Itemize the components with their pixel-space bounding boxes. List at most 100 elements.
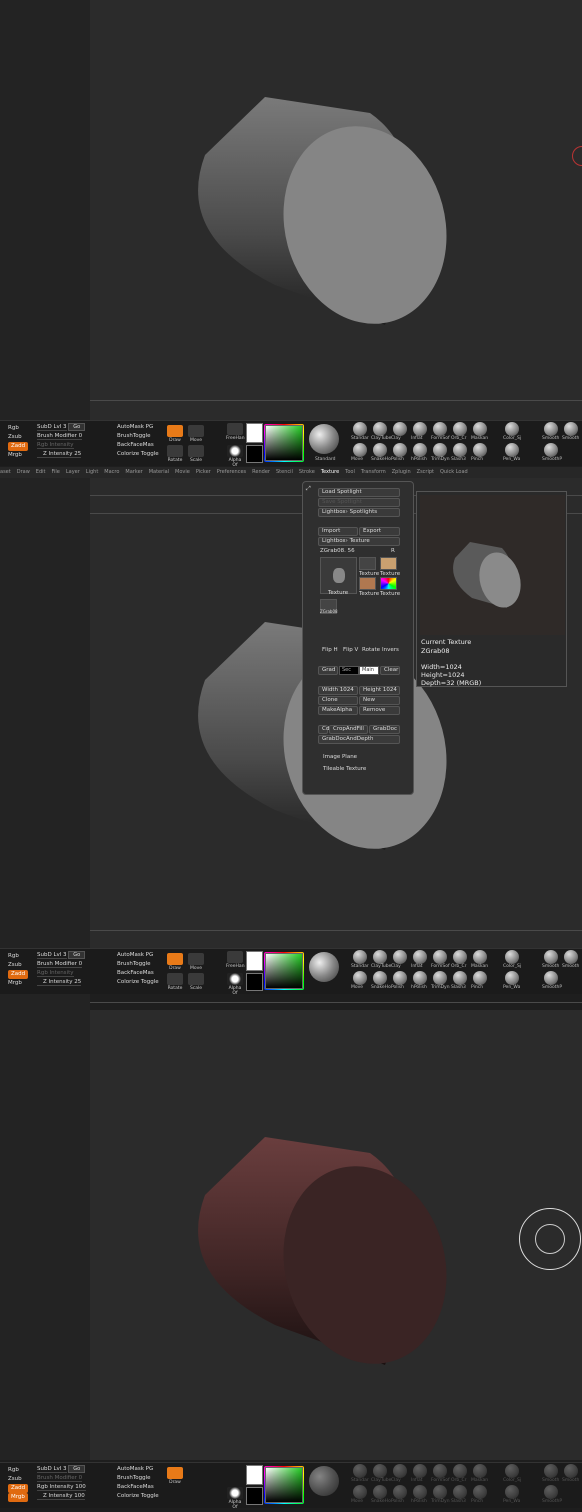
brush-toggle-button[interactable]: BrushToggle xyxy=(117,432,159,441)
brush-color-sj-icon[interactable] xyxy=(505,1464,519,1478)
menu-item-render[interactable]: Render xyxy=(252,467,270,478)
brush-pen-wa-icon[interactable] xyxy=(505,1485,519,1499)
import-button[interactable]: Import xyxy=(318,527,358,536)
brush-move-icon[interactable] xyxy=(353,1485,367,1499)
main-color-swatch[interactable] xyxy=(246,1465,263,1485)
rgb-button[interactable]: Rgb xyxy=(8,952,28,961)
brush-slash3-icon[interactable] xyxy=(453,443,467,457)
move-button[interactable]: Move xyxy=(187,425,205,445)
material-sphere[interactable] xyxy=(309,1466,339,1496)
brush-pinch-icon[interactable] xyxy=(473,443,487,457)
flip-v-button[interactable]: Flip V xyxy=(343,647,358,653)
menu-item-stroke[interactable]: Stroke xyxy=(299,467,315,478)
zadd-button[interactable]: Zadd xyxy=(8,442,29,451)
brush-claytube-icon[interactable] xyxy=(373,1464,387,1478)
brush-standar-icon[interactable] xyxy=(353,950,367,964)
rotate-button[interactable]: Rotate xyxy=(166,973,184,993)
popout-icon[interactable]: ⤢ xyxy=(306,485,311,493)
menu-item-zscript[interactable]: Zscript xyxy=(417,467,434,478)
rotate-button[interactable]: Rotate xyxy=(166,445,184,465)
brush-formsof-icon[interactable] xyxy=(433,422,447,436)
brush-smoothp-icon[interactable] xyxy=(544,443,558,457)
mrgb-button[interactable]: Mrgb xyxy=(8,979,28,988)
grab-doc-and-depth-button[interactable]: GrabDocAndDepth xyxy=(318,735,400,744)
menu-item-preferences[interactable]: Preferences xyxy=(217,467,246,478)
secondary-swatch[interactable]: Sec xyxy=(339,666,359,675)
brush-modifier-slider[interactable]: Brush Modifier 0 xyxy=(37,1474,83,1483)
brush-smooth-icon[interactable] xyxy=(564,1464,578,1478)
z-intensity-slider[interactable]: Z Intensity 100 xyxy=(37,1492,85,1501)
brush-color-sj-icon[interactable] xyxy=(505,422,519,436)
rgb-button[interactable]: Rgb xyxy=(8,424,28,433)
image-plane-menu[interactable]: Image Plane xyxy=(323,754,357,760)
texture-thumbnail[interactable] xyxy=(380,577,397,590)
menu-item-file[interactable]: File xyxy=(51,467,59,478)
lightbox-texture-button[interactable]: Lightbox› Texture xyxy=(318,537,400,546)
brush-inflat-icon[interactable] xyxy=(413,1464,427,1478)
go-button[interactable]: Go xyxy=(68,423,86,431)
brush-modifier-slider[interactable]: Brush Modifier 0 xyxy=(37,432,83,441)
automask-button[interactable]: AutoMask PG xyxy=(117,1465,159,1474)
backface-mask-button[interactable]: BackFaceMas xyxy=(117,1483,159,1492)
grab-doc-button[interactable]: GrabDoc xyxy=(369,725,400,734)
export-button[interactable]: Export xyxy=(359,527,400,536)
texture-thumbnail[interactable] xyxy=(359,557,376,570)
remove-button[interactable]: Remove xyxy=(359,706,400,715)
menu-item-layer[interactable]: Layer xyxy=(66,467,80,478)
brush-smooth-icon[interactable] xyxy=(544,1464,558,1478)
width-slider[interactable]: Width 1024 xyxy=(318,686,358,695)
brush-toggle-button[interactable]: BrushToggle xyxy=(117,960,159,969)
zadd-button[interactable]: Zadd xyxy=(8,1484,29,1493)
z-intensity-slider[interactable]: Z Intensity 25 xyxy=(37,978,82,987)
invert-button[interactable]: Invers xyxy=(382,647,399,653)
brush-orb-cr-icon[interactable] xyxy=(453,1464,467,1478)
menu-item-texture[interactable]: Texture xyxy=(321,467,339,478)
brush-pinch-icon[interactable] xyxy=(473,971,487,985)
brush-slash3-icon[interactable] xyxy=(453,971,467,985)
brush-color-sj-icon[interactable] xyxy=(505,950,519,964)
alpha-button[interactable]: Alpha Of xyxy=(226,973,244,996)
brush-hpolish-icon[interactable] xyxy=(413,443,427,457)
menu-item-marker[interactable]: Marker xyxy=(125,467,142,478)
brush-inflat-icon[interactable] xyxy=(413,950,427,964)
colorize-toggle-button[interactable]: Colorize Toggle xyxy=(117,450,159,459)
mrgb-button[interactable]: Mrgb xyxy=(8,1493,28,1502)
menu-item-macro[interactable]: Macro xyxy=(104,467,119,478)
subd-level-slider[interactable]: SubD Lvl 3 xyxy=(37,423,67,432)
zadd-button[interactable]: Zadd xyxy=(8,970,29,979)
texture-thumbnail[interactable] xyxy=(380,557,397,570)
material-sphere[interactable] xyxy=(309,424,339,454)
zsub-button[interactable]: Zsub xyxy=(8,961,28,970)
brush-trimdyn-icon[interactable] xyxy=(433,971,447,985)
flip-h-button[interactable]: Flip H xyxy=(322,647,338,653)
brush-hpolish-icon[interactable] xyxy=(413,1485,427,1499)
backface-mask-button[interactable]: BackFaceMas xyxy=(117,969,159,978)
menu-item-aset[interactable]: aset xyxy=(0,467,11,478)
menu-item-material[interactable]: Material xyxy=(149,467,169,478)
brush-polish-icon[interactable] xyxy=(393,443,407,457)
colorize-toggle-button[interactable]: Colorize Toggle xyxy=(117,978,159,987)
menu-item-stencil[interactable]: Stencil xyxy=(276,467,293,478)
zsub-button[interactable]: Zsub xyxy=(8,1475,28,1484)
texture-thumbnail[interactable] xyxy=(359,577,376,590)
menu-item-draw[interactable]: Draw xyxy=(17,467,30,478)
zsub-button[interactable]: Zsub xyxy=(8,433,28,442)
backface-mask-button[interactable]: BackFaceMas xyxy=(117,441,159,450)
brush-maskan-icon[interactable] xyxy=(473,1464,487,1478)
mrgb-button[interactable]: Mrgb xyxy=(8,451,28,460)
colorize-toggle-button[interactable]: Colorize Toggle xyxy=(117,1492,159,1501)
secondary-color-swatch[interactable] xyxy=(246,445,263,463)
brush-clay-icon[interactable] xyxy=(393,1464,407,1478)
brush-claytube-icon[interactable] xyxy=(373,950,387,964)
gradient-button[interactable]: Grad xyxy=(318,666,338,675)
brush-modifier-slider[interactable]: Brush Modifier 0 xyxy=(37,960,83,969)
brush-claytube-icon[interactable] xyxy=(373,422,387,436)
lightbox-spotlights-button[interactable]: Lightbox› Spotlights xyxy=(318,508,400,517)
menu-item-zplugin[interactable]: Zplugin xyxy=(392,467,411,478)
brush-formsof-icon[interactable] xyxy=(433,1464,447,1478)
clone-button[interactable]: Clone xyxy=(318,696,358,705)
make-alpha-button[interactable]: MakeAlpha xyxy=(318,706,358,715)
save-spotlight-button[interactable]: Save Spotlight xyxy=(318,498,400,507)
brush-smooth-icon[interactable] xyxy=(544,950,558,964)
random-texture-button[interactable]: R xyxy=(391,548,395,554)
